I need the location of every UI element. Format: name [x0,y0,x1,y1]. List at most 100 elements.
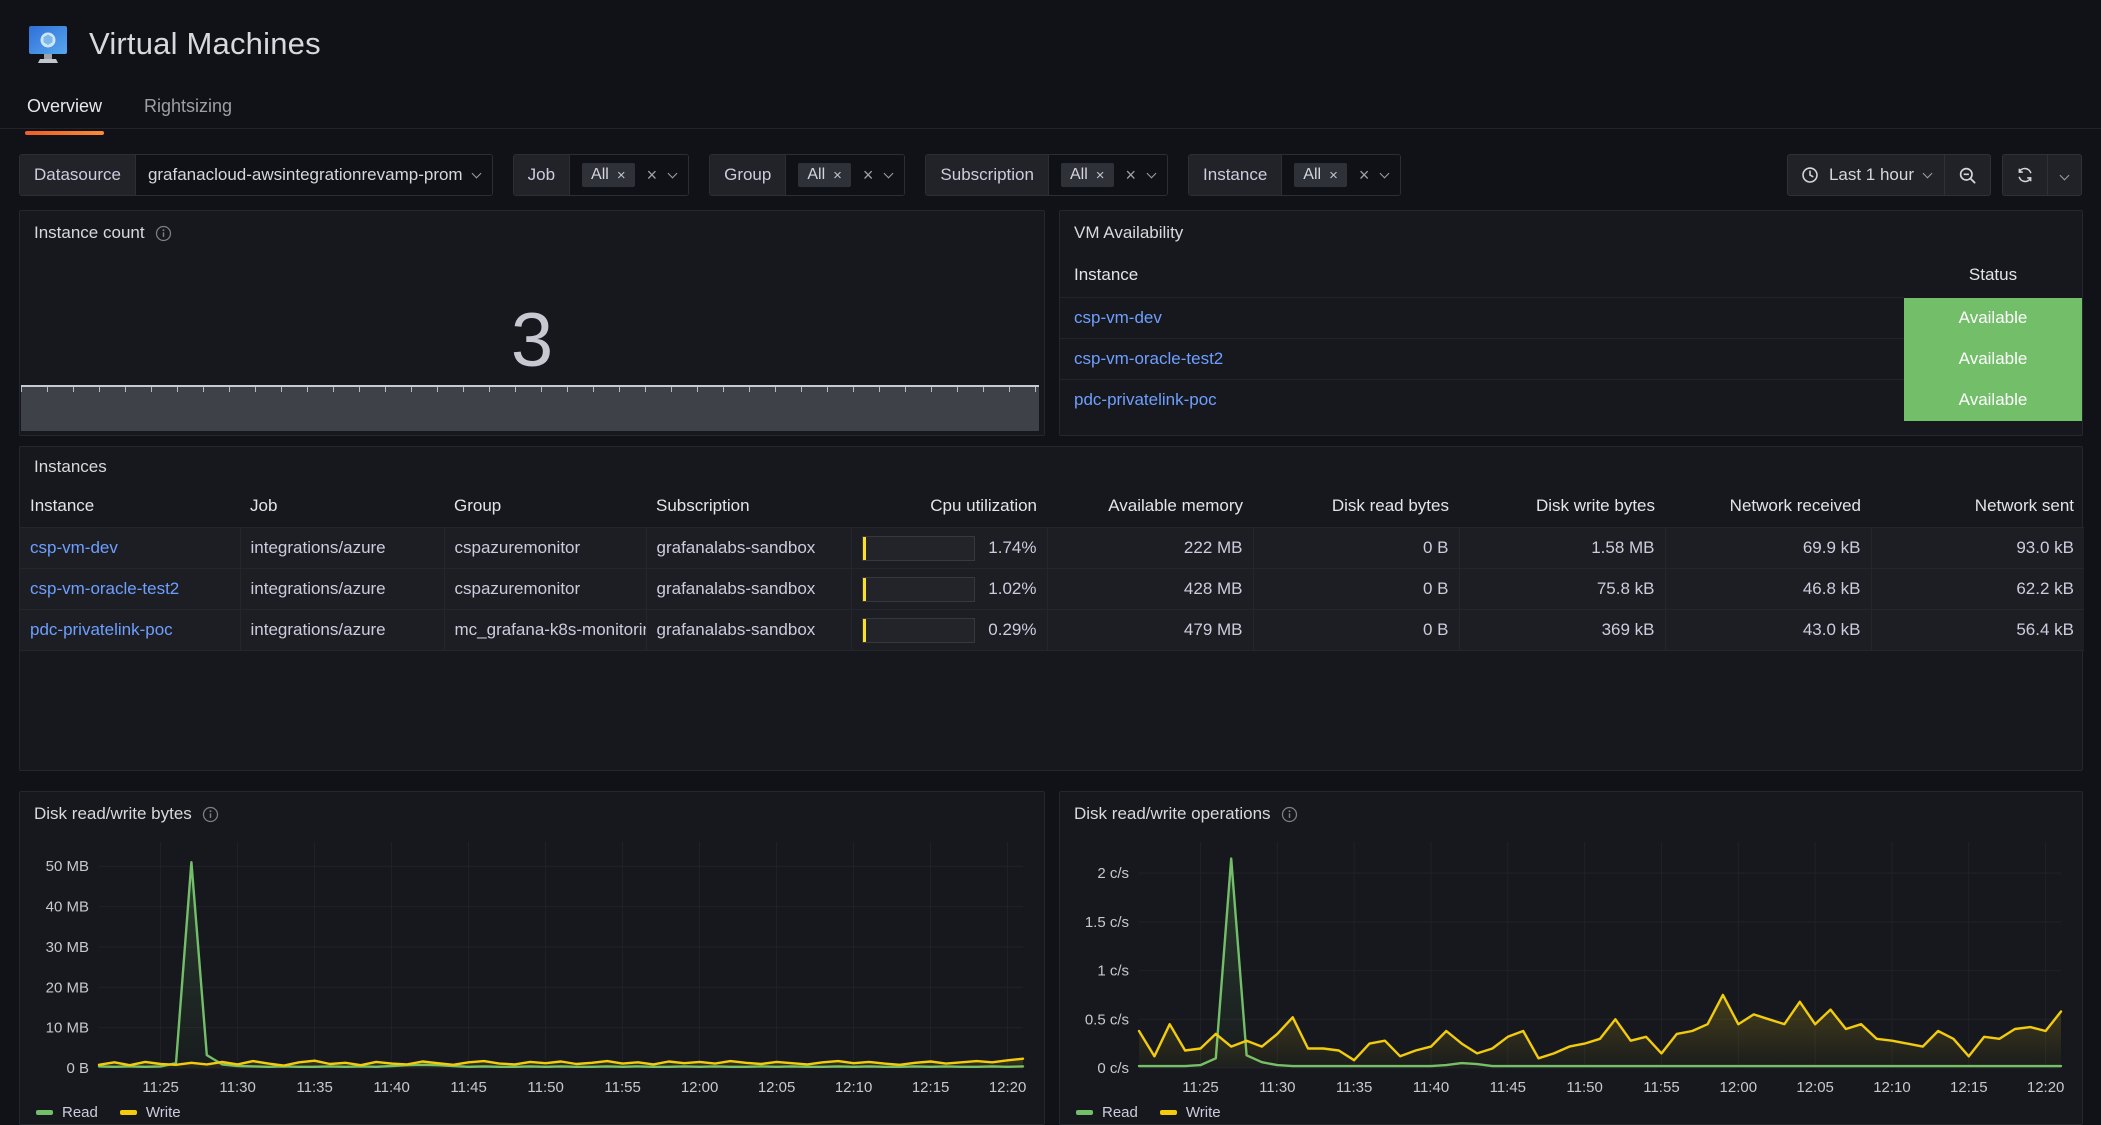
instance-link[interactable]: csp-vm-oracle-test2 [20,569,240,610]
instance-link[interactable]: csp-vm-dev [1060,298,1904,339]
legend-swatch [1160,1110,1177,1115]
legend-item-read[interactable]: Read [36,1104,98,1121]
datasource-picker[interactable]: Datasource grafanacloud-awsintegrationre… [19,154,493,196]
filter-value: All [1070,166,1088,184]
panel-title: VM Availability [1074,223,1183,243]
svg-text:1 c/s: 1 c/s [1097,963,1129,980]
chevron-down-icon [1147,169,1157,179]
tab-overview[interactable]: Overview [25,92,104,129]
job-cell: integrations/azure [240,569,444,610]
cpu-utilization-cell: 1.02% [851,569,1047,610]
disk-write-cell: 75.8 kB [1459,569,1665,610]
zoom-out-button[interactable] [1944,155,1990,195]
time-range-button[interactable]: Last 1 hour [1788,155,1944,195]
filter-value-chip[interactable]: All× [798,163,851,187]
disk-bytes-panel: Disk read/write bytes 0 B10 MB20 MB30 MB… [19,791,1045,1125]
legend-item-write[interactable]: Write [1160,1104,1221,1121]
info-icon[interactable] [202,806,219,823]
chevron-down-icon [884,169,894,179]
status-badge: Available [1904,298,2082,339]
svg-text:12:05: 12:05 [1796,1079,1834,1096]
datasource-label: Datasource [20,155,136,195]
disk-read-cell: 0 B [1253,610,1459,651]
legend-item-read[interactable]: Read [1076,1104,1138,1121]
table-row: pdc-privatelink-pocAvailable [1060,380,2082,421]
info-icon[interactable] [1281,806,1298,823]
network-sent-cell: 62.2 kB [1871,569,2084,610]
tabs-divider [0,128,2101,129]
chevron-down-icon [2060,170,2070,180]
filter-value-chip[interactable]: All × [1061,163,1114,187]
svg-text:40 MB: 40 MB [46,899,89,916]
svg-text:11:50: 11:50 [527,1079,563,1096]
table-row: pdc-privatelink-pocintegrations/azuremc_… [20,610,2084,651]
legend-item-write[interactable]: Write [120,1104,181,1121]
svg-text:12:15: 12:15 [912,1079,950,1096]
instance-link[interactable]: csp-vm-dev [20,528,240,569]
panel-title: Disk read/write operations [1074,804,1271,824]
table-row: csp-vm-devAvailable [1060,298,2082,339]
column-header: Available memory [1047,487,1253,528]
filter-value-chip[interactable]: All× [582,163,635,187]
network-received-cell: 46.8 kB [1665,569,1871,610]
instance-link[interactable]: pdc-privatelink-poc [20,610,240,651]
group-cell: cspazuremonitor [444,528,646,569]
instance-filter[interactable]: InstanceAll×× [1188,154,1401,196]
job-filter[interactable]: JobAll×× [513,154,689,196]
close-icon[interactable]: × [1329,167,1338,184]
page-title: Virtual Machines [89,26,321,62]
svg-text:11:45: 11:45 [450,1079,486,1096]
panel-title: Instances [34,457,107,477]
disk-write-cell: 369 kB [1459,610,1665,651]
disk-ops-chart[interactable]: 0 c/s0.5 c/s1 c/s1.5 c/s2 c/s11:2511:301… [1073,830,2069,1102]
group-filter[interactable]: GroupAll×× [709,154,905,196]
close-icon[interactable]: × [1096,167,1105,184]
legend-label: Read [62,1104,98,1121]
instance-count-gauge [21,385,1039,431]
clear-icon[interactable]: × [861,165,876,186]
job-cell: integrations/azure [240,610,444,651]
info-icon[interactable] [155,225,172,242]
cpu-utilization-cell: 1.74% [851,528,1047,569]
close-icon[interactable]: × [617,167,626,184]
cpu-bar-gauge [862,577,975,602]
time-range-label: Last 1 hour [1829,165,1914,185]
legend-label: Write [1186,1104,1221,1121]
instance-link[interactable]: csp-vm-oracle-test2 [1060,339,1904,380]
filter-value-chip[interactable]: All× [1294,163,1347,187]
network-received-cell: 43.0 kB [1665,610,1871,651]
svg-text:11:45: 11:45 [1490,1079,1526,1096]
column-header: Disk write bytes [1459,487,1665,528]
svg-text:12:20: 12:20 [2027,1079,2065,1096]
disk-ops-panel: Disk read/write operations 0 c/s0.5 c/s1… [1059,791,2083,1125]
clear-icon[interactable]: × [645,165,660,186]
svg-text:11:25: 11:25 [142,1079,178,1096]
column-header: Subscription [646,487,851,528]
filter-label: Group [710,155,786,195]
chevron-down-icon [471,169,481,179]
instance-link[interactable]: pdc-privatelink-poc [1060,380,1904,421]
refresh-button[interactable] [2003,155,2047,195]
disk-bytes-chart[interactable]: 0 B10 MB20 MB30 MB40 MB50 MB11:2511:3011… [33,830,1031,1102]
refresh-interval-button[interactable] [2047,155,2081,195]
memory-cell: 428 MB [1047,569,1253,610]
clear-icon[interactable]: × [1124,165,1139,186]
column-header: Disk read bytes [1253,487,1459,528]
tab-rightsizing[interactable]: Rightsizing [142,92,234,129]
subscription-cell: grafanalabs-sandbox [646,569,851,610]
chart-legend: Read Write [36,1104,181,1121]
svg-text:12:15: 12:15 [1950,1079,1988,1096]
clear-icon[interactable]: × [1357,165,1372,186]
svg-text:11:40: 11:40 [373,1079,409,1096]
vm-availability-panel: VM Availability Instance Status csp-vm-d… [1059,210,2083,436]
time-controls: Last 1 hour [1787,154,2082,196]
subscription-filter[interactable]: SubscriptionAll×× [925,154,1168,196]
svg-text:11:30: 11:30 [1259,1079,1295,1096]
datasource-value: grafanacloud-awsintegrationrevamp-prom [148,165,463,185]
network-sent-cell: 56.4 kB [1871,610,2084,651]
column-header: Job [240,487,444,528]
close-icon[interactable]: × [833,167,842,184]
filter-label: Instance [1189,155,1282,195]
clock-icon [1801,166,1819,184]
svg-text:11:35: 11:35 [1336,1079,1372,1096]
